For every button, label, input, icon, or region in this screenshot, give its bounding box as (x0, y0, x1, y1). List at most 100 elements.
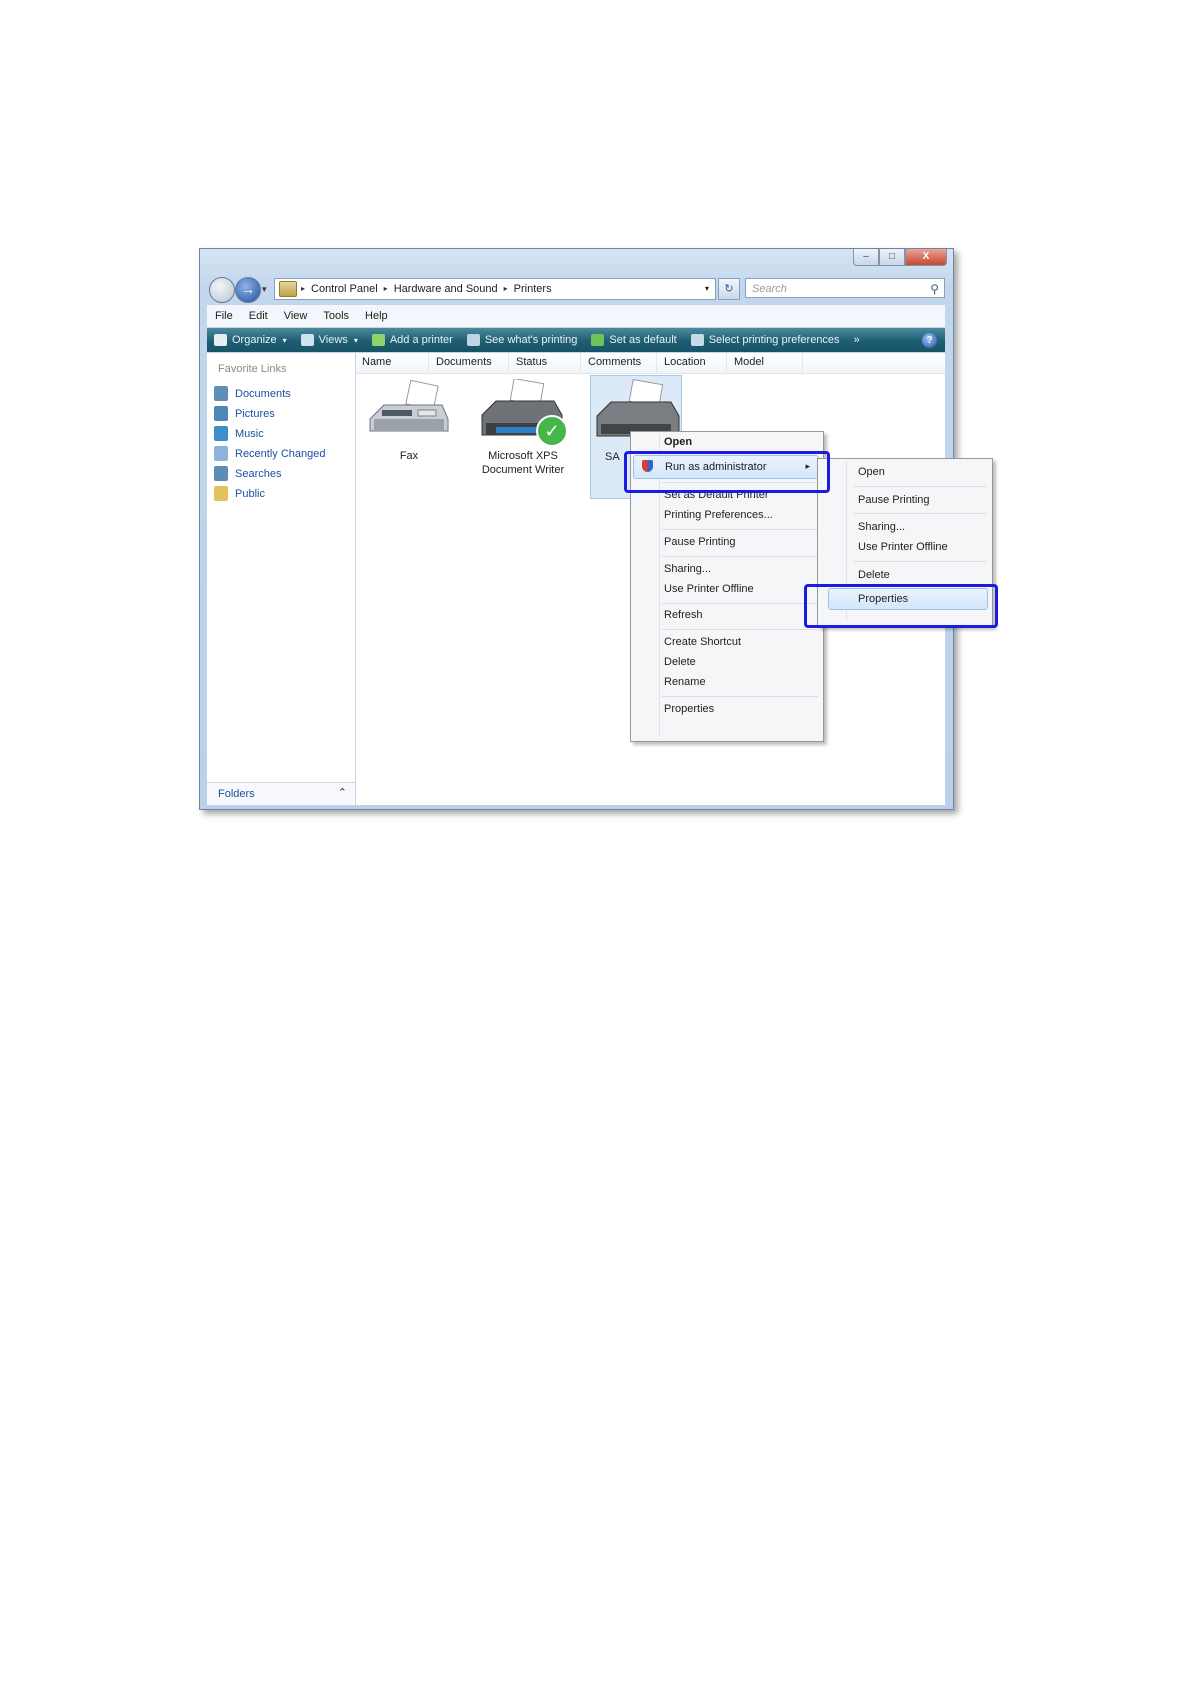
column-divider[interactable] (726, 353, 727, 373)
public-icon (214, 486, 228, 501)
add-printer-icon (371, 334, 385, 346)
back-button[interactable] (209, 277, 235, 303)
favorite-link-searches[interactable]: Searches (214, 466, 281, 481)
column-header-location[interactable]: Location (664, 356, 706, 368)
column-header-documents[interactable]: Documents (436, 356, 492, 368)
menu-item-refresh[interactable]: Refresh (664, 609, 703, 621)
menu-item-create-shortcut[interactable]: Create Shortcut (664, 636, 741, 648)
documents-icon (214, 386, 228, 401)
menu-separator (662, 529, 818, 530)
minimize-button[interactable]: – (853, 249, 879, 266)
favorite-link-label: Recently Changed (235, 447, 326, 460)
views-button[interactable]: Views ▾ (294, 334, 365, 346)
favorite-link-label: Music (235, 427, 264, 440)
menu-separator (662, 696, 818, 697)
select-printing-preferences-button[interactable]: Select printing preferences (684, 334, 847, 346)
organize-button[interactable]: Organize ▾ (207, 334, 294, 346)
menu-view[interactable]: View (276, 310, 316, 322)
highlight-run-as-administrator (624, 451, 830, 493)
menu-item-pause-printing[interactable]: Pause Printing (664, 536, 736, 548)
forward-arrow-icon: → (241, 281, 255, 297)
printer-item-microsoft-xps[interactable]: ✓ Microsoft XPS Document Writer (468, 377, 578, 489)
refresh-button[interactable]: ↻ (718, 278, 740, 300)
column-divider[interactable] (656, 353, 657, 373)
menu-separator (854, 561, 986, 562)
menu-item-open[interactable]: Open (664, 436, 692, 448)
favorite-link-label: Searches (235, 467, 282, 480)
chevron-down-icon: ▾ (353, 335, 358, 345)
menu-tools[interactable]: Tools (315, 310, 357, 322)
menu-item-properties[interactable]: Properties (664, 703, 714, 715)
chevron-double-right-icon: » (853, 334, 860, 346)
menu-edit[interactable]: Edit (241, 310, 276, 322)
set-as-default-button[interactable]: Set as default (584, 334, 683, 346)
favorite-link-public[interactable]: Public (214, 486, 265, 501)
submenu-item-delete[interactable]: Delete (858, 569, 890, 581)
column-header-status[interactable]: Status (516, 356, 547, 368)
column-divider[interactable] (580, 353, 581, 373)
menu-help[interactable]: Help (357, 310, 396, 322)
breadcrumb-printers[interactable]: Printers (510, 279, 556, 299)
favorite-link-documents[interactable]: Documents (214, 386, 291, 401)
breadcrumb-separator-icon[interactable]: ▸ (299, 279, 307, 299)
printer-item-fax[interactable]: Fax (364, 379, 454, 469)
folders-toggle[interactable]: Folders ⌃ (207, 782, 355, 805)
column-divider[interactable] (802, 353, 803, 373)
chevron-down-icon[interactable]: ▾ (705, 279, 715, 299)
menu-item-sharing[interactable]: Sharing... (664, 563, 711, 575)
add-printer-button[interactable]: Add a printer (365, 334, 460, 346)
submenu-item-pause-printing[interactable]: Pause Printing (858, 494, 930, 506)
chevron-down-icon: ▾ (282, 335, 287, 345)
close-button[interactable]: X (905, 249, 947, 266)
favorite-link-recently-changed[interactable]: Recently Changed (214, 446, 326, 461)
search-icon[interactable]: ⚲ (930, 279, 939, 299)
column-divider[interactable] (508, 353, 509, 373)
menu-bar: File Edit View Tools Help (207, 305, 945, 328)
forward-button[interactable]: → (235, 277, 261, 303)
printer-icon: ✓ (481, 377, 568, 447)
menu-item-rename[interactable]: Rename (664, 676, 706, 688)
command-bar: Organize ▾ Views ▾ Add a printer See wha… (207, 328, 945, 352)
submenu-item-use-printer-offline[interactable]: Use Printer Offline (858, 541, 948, 553)
window-controls: – □ X (853, 249, 947, 266)
checkmark-icon: ✓ (544, 421, 559, 442)
breadcrumb-separator-icon[interactable]: ▸ (502, 279, 510, 299)
maximize-button[interactable]: □ (879, 249, 905, 266)
search-placeholder: Search (752, 283, 787, 295)
column-header-model[interactable]: Model (734, 356, 764, 368)
column-header-name[interactable]: Name (362, 356, 391, 368)
favorite-link-label: Public (235, 487, 265, 500)
navigation-pane: Favorite Links Documents Pictures Music … (207, 353, 356, 805)
print-queue-icon (466, 334, 480, 346)
submenu-item-open[interactable]: Open (858, 466, 885, 478)
menu-item-delete[interactable]: Delete (664, 656, 696, 668)
submenu-item-sharing[interactable]: Sharing... (858, 521, 905, 533)
favorite-link-pictures[interactable]: Pictures (214, 406, 275, 421)
set-as-default-label: Set as default (609, 334, 677, 346)
add-printer-label: Add a printer (389, 334, 453, 346)
breadcrumb-control-panel[interactable]: Control Panel (307, 279, 382, 299)
breadcrumb-hardware-and-sound[interactable]: Hardware and Sound (390, 279, 502, 299)
menu-separator (854, 513, 986, 514)
more-commands-button[interactable]: » (847, 334, 867, 346)
see-whats-printing-button[interactable]: See what's printing (460, 334, 585, 346)
pictures-icon (214, 406, 228, 421)
printer-name: Fax (399, 450, 419, 462)
recent-pages-dropdown[interactable]: ▾ (262, 284, 267, 295)
column-header-comments[interactable]: Comments (588, 356, 641, 368)
favorite-links-heading: Favorite Links (218, 363, 287, 375)
menu-file[interactable]: File (207, 310, 241, 322)
search-input[interactable]: Search ⚲ (745, 278, 945, 298)
help-icon[interactable]: ? (922, 332, 937, 348)
favorite-link-music[interactable]: Music (214, 426, 264, 441)
address-bar[interactable]: ▸ Control Panel ▸ Hardware and Sound ▸ P… (274, 278, 716, 300)
menu-separator (662, 603, 818, 604)
menu-separator (662, 629, 818, 630)
breadcrumb-separator-icon[interactable]: ▸ (382, 279, 390, 299)
menu-item-printing-preferences[interactable]: Printing Preferences... (664, 509, 773, 521)
chevron-up-icon: ⌃ (337, 787, 347, 799)
refresh-icon: ↻ (724, 283, 734, 295)
highlight-properties (804, 584, 998, 628)
column-divider[interactable] (428, 353, 429, 373)
menu-item-use-printer-offline[interactable]: Use Printer Offline (664, 583, 754, 595)
